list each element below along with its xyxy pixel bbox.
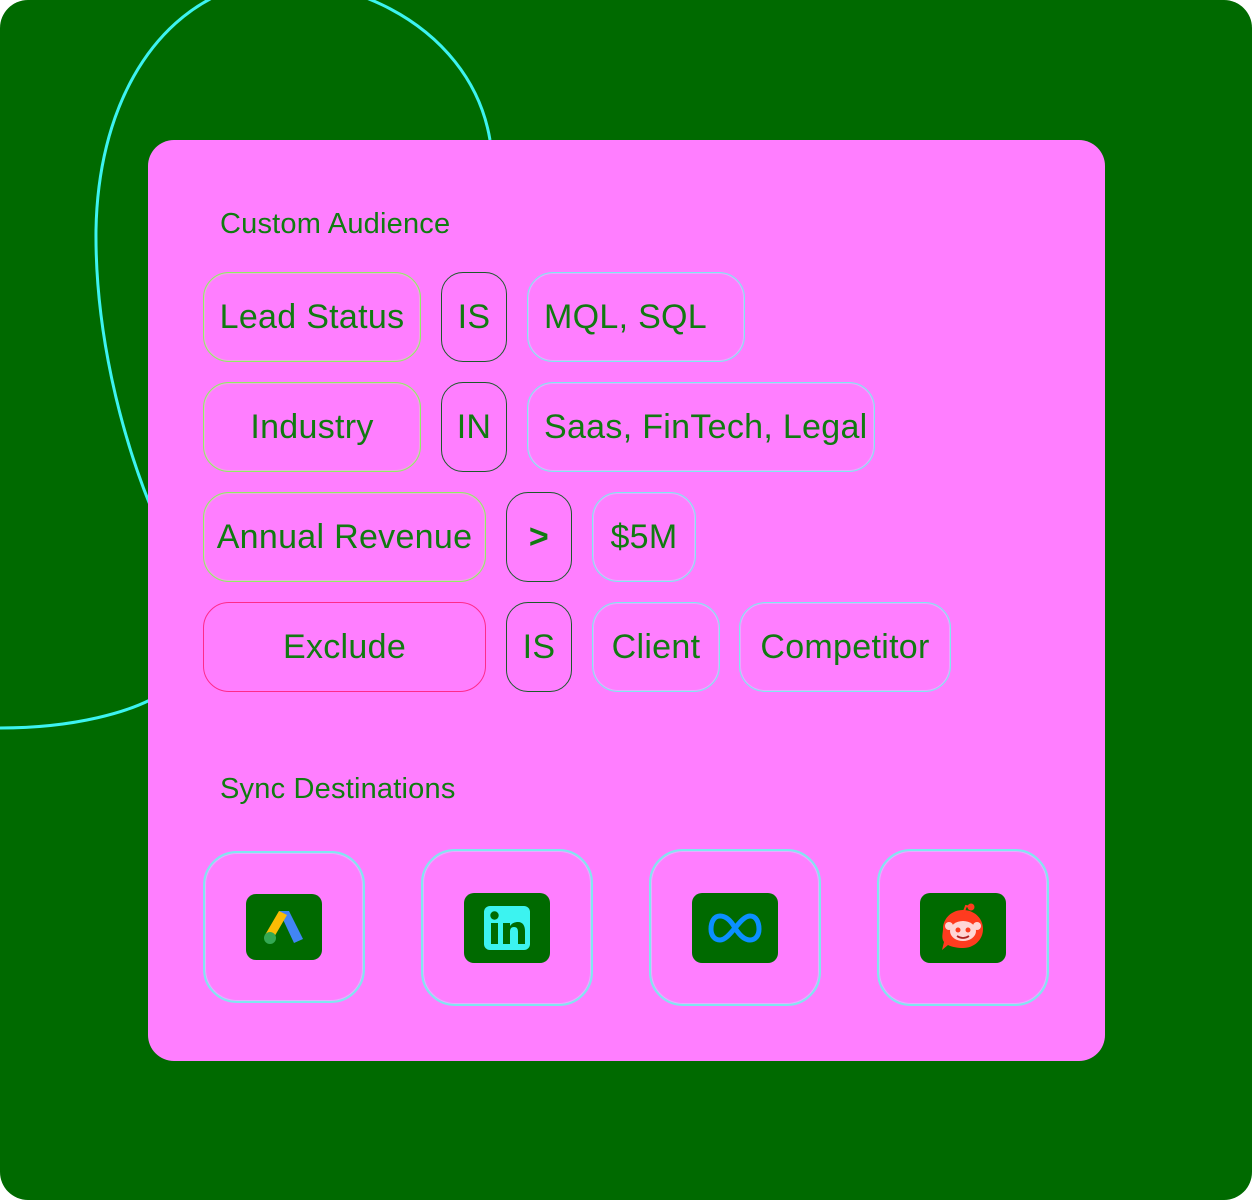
rule-operator-is[interactable]: IS [441, 272, 507, 362]
rule-operator-in[interactable]: IN [441, 382, 507, 472]
rule-value-industry[interactable]: Saas, FinTech, Legal [527, 382, 875, 472]
destination-google-ads[interactable] [203, 851, 365, 1003]
linkedin-icon [464, 892, 550, 963]
destination-reddit[interactable] [877, 849, 1049, 1006]
rule-value-lead-status[interactable]: MQL, SQL [527, 272, 745, 362]
rule-field-industry[interactable]: Industry [203, 382, 421, 472]
destination-meta[interactable] [649, 849, 821, 1006]
rule-operator-greater-than[interactable]: > [506, 492, 572, 582]
rule-value-competitor[interactable]: Competitor [739, 602, 951, 692]
audience-card: Custom Audience Lead Status IS MQL, SQL … [148, 140, 1105, 1061]
rule-field-exclude[interactable]: Exclude [203, 602, 486, 692]
sync-destinations-title: Sync Destinations [220, 773, 456, 805]
destination-linkedin[interactable] [421, 849, 593, 1006]
rule-value-client[interactable]: Client [592, 602, 720, 692]
rule-value-revenue[interactable]: $5M [592, 492, 696, 582]
app-background: Custom Audience Lead Status IS MQL, SQL … [0, 0, 1252, 1200]
google-ads-icon [246, 894, 322, 960]
meta-icon [692, 892, 778, 963]
reddit-icon [920, 892, 1006, 963]
rule-field-annual-revenue[interactable]: Annual Revenue [203, 492, 486, 582]
rule-operator-is-exclude[interactable]: IS [506, 602, 572, 692]
custom-audience-title: Custom Audience [220, 208, 451, 240]
rule-field-lead-status[interactable]: Lead Status [203, 272, 421, 362]
